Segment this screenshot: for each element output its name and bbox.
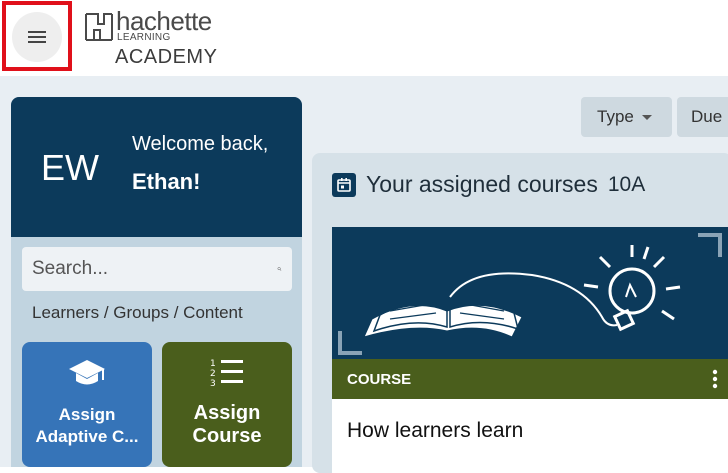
welcome-text: Welcome back, <box>132 133 269 155</box>
kebab-menu-icon[interactable] <box>712 369 718 389</box>
svg-text:2: 2 <box>210 369 216 379</box>
search-icon[interactable] <box>277 258 282 280</box>
courses-group: 10A <box>607 172 646 196</box>
svg-text:3: 3 <box>210 379 216 389</box>
caret-down-icon <box>641 114 652 120</box>
user-name: Ethan! <box>132 169 201 194</box>
course-title[interactable]: How learners learn <box>347 419 523 443</box>
due-filter-label: Due <box>691 107 723 126</box>
left-sidebar: EW Welcome back, Ethan! Learners / Group… <box>11 97 302 467</box>
course-type-bar: COURSE <box>332 359 728 399</box>
assign-adaptive-line1: Assign <box>58 405 116 424</box>
course-card[interactable]: COURSE How learners learn <box>332 227 728 473</box>
page-body: EW Welcome back, Ethan! Learners / Group… <box>0 76 728 473</box>
course-image <box>332 227 728 359</box>
book-lightbulb-illustration <box>338 233 722 355</box>
due-filter-dropdown[interactable]: Due <box>677 97 728 137</box>
search-input[interactable] <box>32 258 277 280</box>
search-scope-links[interactable]: Learners / Groups / Content <box>32 303 243 323</box>
graduation-cap-icon <box>69 360 105 385</box>
user-initials: EW <box>41 147 99 188</box>
calendar-icon <box>332 172 356 197</box>
type-filter-dropdown[interactable]: Type <box>581 97 672 137</box>
assign-course-button[interactable]: 1 2 3 Assign Course <box>162 342 292 467</box>
course-type-label: COURSE <box>347 370 412 388</box>
svg-text:1: 1 <box>210 359 216 369</box>
courses-header: Your assigned courses 10A <box>332 171 645 198</box>
courses-title: Your assigned courses <box>366 171 598 197</box>
top-header: hachette LEARNING ACADEMY <box>0 0 728 76</box>
brand-logo[interactable]: hachette LEARNING ACADEMY <box>82 6 222 70</box>
hamburger-icon <box>28 31 46 43</box>
type-filter-label: Type <box>597 107 634 126</box>
assign-course-line2: Course <box>192 425 262 447</box>
hamburger-menu-button[interactable] <box>12 12 62 62</box>
brand-product: ACADEMY <box>115 46 218 68</box>
user-card: EW Welcome back, Ethan! <box>11 97 302 237</box>
brand-sub: LEARNING <box>117 32 171 43</box>
numbered-list-icon: 1 2 3 <box>210 359 243 389</box>
hachette-logo-icon <box>85 13 113 41</box>
assign-course-line1: Assign <box>193 402 261 424</box>
assigned-courses-panel: Your assigned courses 10A COURSE How lea… <box>312 153 728 473</box>
assign-adaptive-course-button[interactable]: Assign Adaptive C... <box>22 342 152 467</box>
search-box[interactable] <box>22 247 292 291</box>
assign-adaptive-line2: Adaptive C... <box>35 427 139 446</box>
